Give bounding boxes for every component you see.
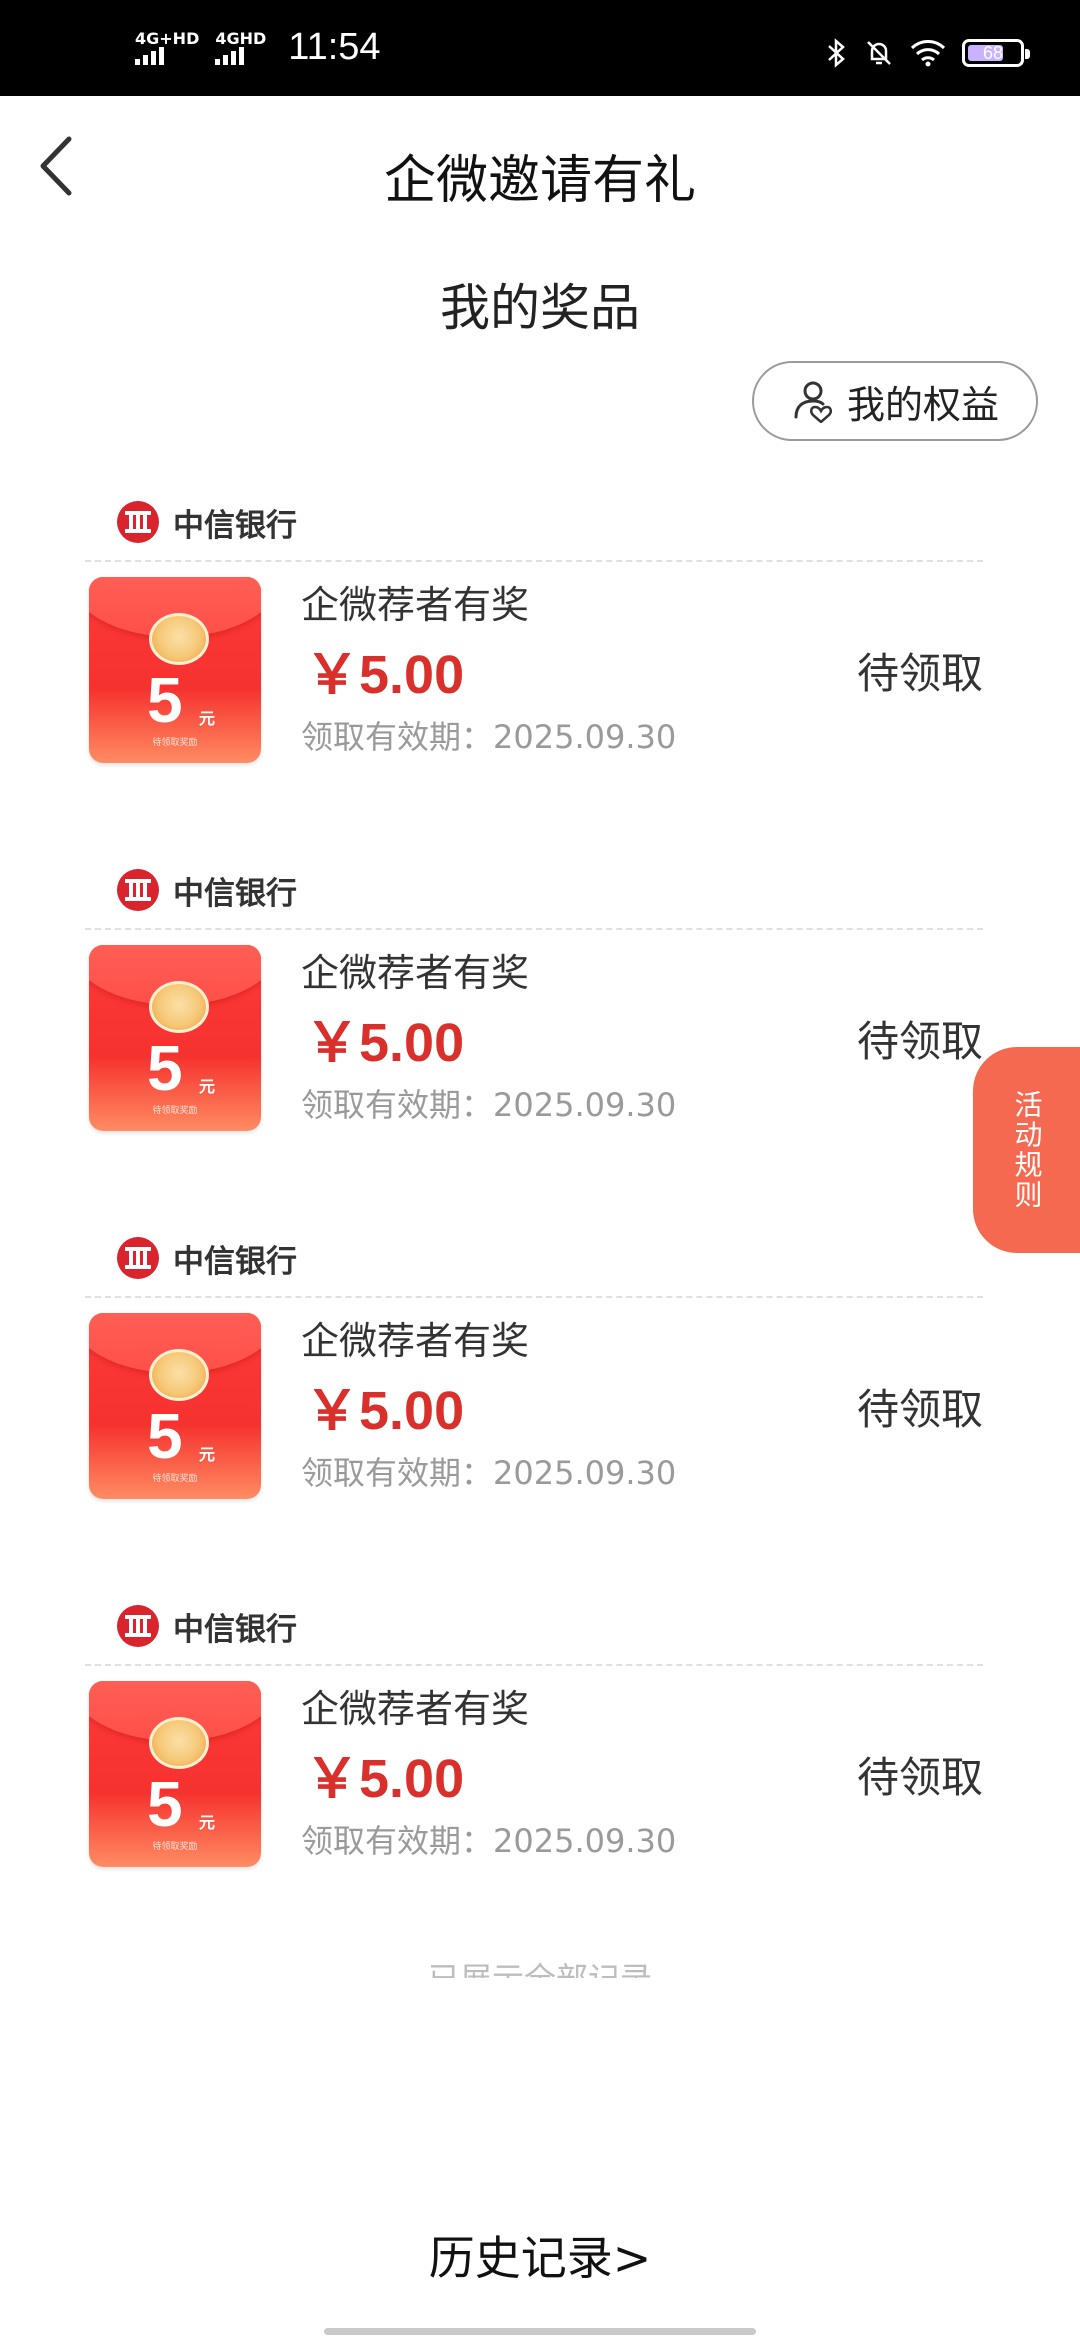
envelope-amount: 5 [147,664,183,736]
mute-bell-icon [867,41,891,65]
bank-row: 中信银行 [115,1596,297,1656]
envelope-note: 待领取奖励 [152,1474,198,1484]
citic-bank-logo-icon [117,501,159,543]
envelope-unit: 元 [199,1445,216,1464]
bank-row: 中信银行 [115,1228,297,1288]
prize-status-button[interactable]: 待领取 [857,1008,983,1069]
bluetooth-icon [828,38,845,68]
bank-row: 中信银行 [115,492,297,552]
prize-amount: ￥5.00 [305,645,465,705]
network-label-2: 4GHD [215,28,267,48]
activity-rules-button[interactable]: 活动规则 [973,1047,1080,1253]
home-indicator[interactable] [324,2328,756,2335]
prize-expiry: 领取有效期：2025.09.30 [301,1822,677,1860]
citic-bank-logo-icon [117,1605,159,1647]
prize-card[interactable]: 中信银行 5 元 待领取奖励 企微荐者有奖 ￥5.00 领取有效期：2025.0… [85,1216,983,1584]
wifi-icon [910,40,946,67]
prize-name: 企微荐者有奖 [301,1319,530,1363]
list-end-text: 已展示全部记录 [0,1954,1080,1978]
bank-name: 中信银行 [173,1611,297,1648]
envelope-unit: 元 [199,1813,216,1832]
status-right: 68 [826,38,1030,68]
envelope-amount: 5 [147,1400,183,1472]
prize-status-button[interactable]: 待领取 [857,1744,983,1805]
prize-status-button[interactable]: 待领取 [857,1376,983,1437]
nav-bar: 企微邀请有礼 [0,96,1080,246]
prize-status-button[interactable]: 待领取 [857,640,983,701]
divider [85,1296,983,1298]
prize-name: 企微荐者有奖 [301,583,530,627]
envelope-amount: 5 [147,1032,183,1104]
prize-name: 企微荐者有奖 [301,951,530,995]
envelope-note: 待领取奖励 [152,1106,198,1116]
history-link[interactable]: 历史记录> [0,2222,1080,2288]
citic-bank-logo-icon [117,1237,159,1279]
bank-row: 中信银行 [115,860,297,920]
prize-expiry: 领取有效期：2025.09.30 [301,1454,677,1492]
envelope-note: 待领取奖励 [152,738,198,748]
page-title: 企微邀请有礼 [383,151,696,211]
signal-icon [215,46,245,65]
prize-amount: ￥5.00 [305,1013,465,1073]
bank-name: 中信银行 [173,1243,297,1280]
red-envelope-icon: 5 元 待领取奖励 [89,1313,261,1499]
prize-name: 企微荐者有奖 [301,1687,530,1731]
section-title: 我的奖品 [440,279,640,337]
envelope-unit: 元 [199,1077,216,1096]
network-indicator-2: 4GHD [215,28,267,65]
battery-level: 68 [982,43,1004,63]
prize-card[interactable]: 中信银行 5 元 待领取奖励 企微荐者有奖 ￥5.00 领取有效期：2025.0… [85,848,983,1216]
prize-card[interactable]: 中信银行 5 元 待领取奖励 企微荐者有奖 ￥5.00 领取有效期：2025.0… [85,1584,983,1952]
network-indicator-1: 4G+HD [135,28,200,65]
bank-name: 中信银行 [173,875,297,912]
bank-name: 中信银行 [173,507,297,544]
envelope-unit: 元 [199,709,216,728]
red-envelope-icon: 5 元 待领取奖励 [89,945,261,1131]
red-envelope-icon: 5 元 待领取奖励 [89,1681,261,1867]
status-time: 11:54 [288,26,381,68]
divider [85,928,983,930]
citic-bank-logo-icon [117,869,159,911]
envelope-amount: 5 [147,1768,183,1840]
divider [85,1664,983,1666]
prize-amount: ￥5.00 [305,1381,465,1441]
divider [85,560,983,562]
network-label-1: 4G+HD [135,28,200,48]
prize-expiry: 领取有效期：2025.09.30 [301,1086,677,1124]
status-left: 4G+HD 4GHD 11:54 [135,26,381,69]
prize-card[interactable]: 中信银行 5 元 待领取奖励 企微荐者有奖 ￥5.00 领取有效期：2025.0… [85,480,983,848]
status-bar: 4G+HD 4GHD 11:54 68 [0,0,1080,96]
prize-list: 中信银行 5 元 待领取奖励 企微荐者有奖 ￥5.00 领取有效期：2025.0… [85,480,983,1952]
signal-icon [135,46,164,65]
prize-expiry: 领取有效期：2025.09.30 [301,718,677,756]
my-benefits-button[interactable]: 我的权益 [752,361,1038,441]
user-heart-icon [794,381,832,423]
red-envelope-icon: 5 元 待领取奖励 [89,577,261,763]
battery-icon: 68 [962,39,1030,67]
my-benefits-label: 我的权益 [846,382,999,427]
envelope-note: 待领取奖励 [152,1842,198,1852]
prize-amount: ￥5.00 [305,1749,465,1809]
